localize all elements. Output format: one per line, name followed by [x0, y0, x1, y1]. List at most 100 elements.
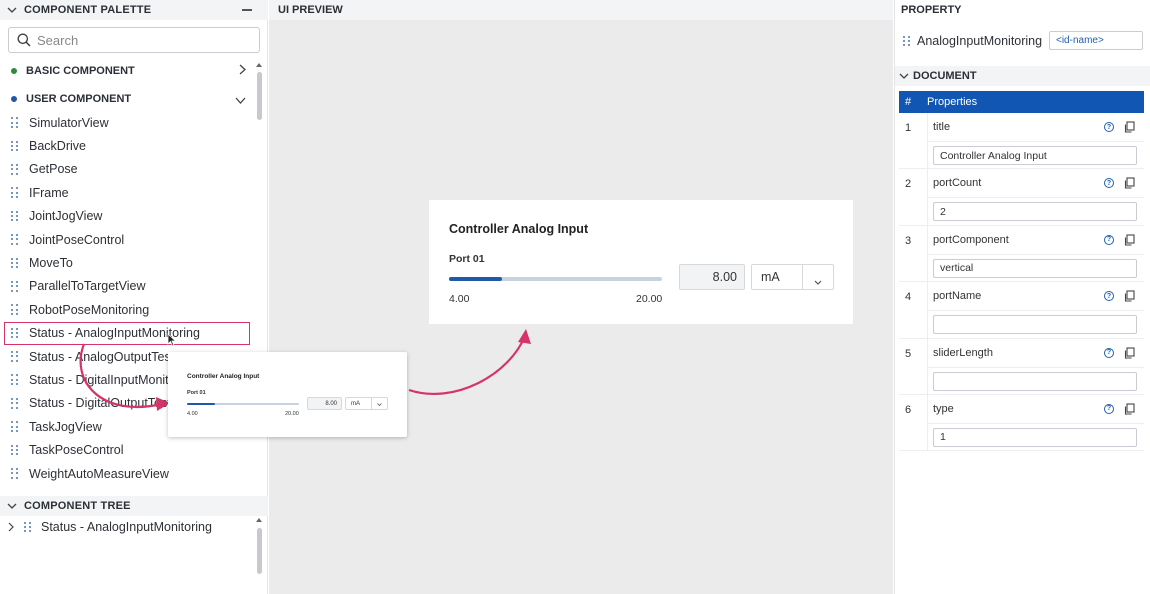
copy-icon[interactable]	[1124, 233, 1135, 251]
scroll-thumb[interactable]	[257, 72, 262, 120]
drag-handle-icon[interactable]	[11, 280, 19, 292]
drag-slider-fill	[187, 403, 215, 405]
value-display: 8.00	[679, 264, 745, 290]
property-row: 2 portCount? 2	[899, 169, 1144, 226]
drag-min-label: 4.00	[187, 411, 198, 417]
list-item[interactable]: ParallelToTargetView	[0, 275, 254, 298]
chevron-right-icon[interactable]	[239, 64, 246, 78]
user-status-dot	[11, 96, 17, 102]
chevron-down-icon[interactable]	[0, 503, 24, 509]
search-box[interactable]	[8, 27, 260, 53]
drag-handle-icon[interactable]	[11, 397, 19, 409]
help-icon[interactable]: ?	[1104, 347, 1114, 358]
drag-handle-icon[interactable]	[903, 35, 911, 47]
list-item[interactable]: JointPoseControl	[0, 228, 254, 251]
chevron-down-icon[interactable]	[895, 73, 913, 79]
property-value-input[interactable]: 1	[933, 427, 1137, 447]
list-item[interactable]: RobotPoseMonitoring	[0, 298, 254, 321]
property-title: PROPERTY	[901, 4, 962, 16]
copy-icon[interactable]	[1124, 289, 1135, 307]
list-item[interactable]: WeightAutoMeasureView	[0, 462, 254, 485]
property-value-input[interactable]: Controller Analog Input	[933, 146, 1137, 165]
analog-input-card[interactable]: Controller Analog Input Port 01 4.00 20.…	[429, 200, 853, 324]
scroll-up-arrow-icon[interactable]	[256, 518, 262, 522]
drag-handle-icon[interactable]	[11, 468, 19, 479]
tree-scrollbar[interactable]	[256, 518, 263, 578]
drag-handle-icon[interactable]	[11, 257, 19, 269]
chevron-right-icon[interactable]	[8, 522, 18, 532]
help-icon[interactable]: ?	[1104, 291, 1114, 302]
drag-handle-icon[interactable]	[11, 117, 19, 128]
property-value-input[interactable]	[933, 371, 1137, 391]
copy-icon[interactable]	[1124, 120, 1135, 138]
chevron-down-icon[interactable]	[0, 7, 24, 13]
chevron-down-icon[interactable]	[814, 274, 822, 288]
property-value-input[interactable]: 2	[933, 202, 1137, 222]
value-slider[interactable]	[449, 277, 662, 281]
category-user-component[interactable]: USER COMPONENT	[0, 88, 254, 110]
component-tree-header[interactable]: COMPONENT TREE	[0, 496, 268, 516]
palette-header[interactable]: COMPONENT PALETTE	[0, 0, 268, 20]
drag-handle-icon[interactable]	[11, 304, 19, 315]
header-properties: Properties	[927, 96, 978, 108]
drag-handle-icon[interactable]	[24, 521, 32, 533]
item-label: JointPoseControl	[29, 232, 125, 247]
property-row: 3 portComponent? vertical	[899, 225, 1144, 283]
property-row: 6 type? 1	[899, 394, 1144, 452]
row-number: 6	[905, 403, 912, 416]
drag-handle-icon[interactable]	[11, 187, 19, 199]
scroll-up-arrow-icon[interactable]	[256, 63, 262, 67]
list-item[interactable]: JointJogView	[0, 205, 254, 228]
property-value-input[interactable]	[933, 315, 1137, 335]
help-icon[interactable]: ?	[1104, 122, 1114, 132]
drag-handle-icon[interactable]	[11, 421, 19, 432]
drag-handle-icon[interactable]	[11, 234, 19, 245]
drag-handle-icon[interactable]	[11, 374, 19, 386]
help-icon[interactable]: ?	[1104, 234, 1114, 245]
chevron-down-icon[interactable]	[235, 95, 246, 107]
drag-preview-card: Controller Analog Input Port 01 4.00 20.…	[168, 352, 407, 437]
copy-icon[interactable]	[1124, 402, 1135, 420]
search-input[interactable]	[37, 32, 247, 48]
drag-handle-icon[interactable]	[11, 163, 19, 175]
unit-select[interactable]: mA	[751, 264, 834, 290]
component-name-label: AnalogInputMonitoring	[917, 34, 1043, 48]
help-icon[interactable]: ?	[1104, 178, 1114, 189]
property-value-input[interactable]: vertical	[933, 258, 1137, 278]
tree-node[interactable]: Status - AnalogInputMonitoring	[0, 517, 254, 537]
copy-icon[interactable]	[1124, 346, 1135, 364]
drag-handle-icon[interactable]	[11, 210, 19, 222]
property-row: 1 title? Controller Analog Input	[899, 113, 1144, 170]
item-label: WeightAutoMeasureView	[29, 466, 169, 481]
drag-unit-select: mA	[345, 397, 388, 410]
list-item[interactable]: IFrame	[0, 181, 254, 204]
list-item[interactable]: GetPose	[0, 158, 254, 181]
id-name-input[interactable]: <id-name>	[1049, 31, 1143, 50]
ui-preview-panel[interactable]: UI PREVIEW Controller Analog Input Port …	[269, 0, 893, 594]
scroll-thumb[interactable]	[257, 528, 262, 574]
list-item[interactable]: BackDrive	[0, 134, 254, 157]
chevron-down-icon	[377, 402, 382, 408]
drag-handle-icon[interactable]	[11, 327, 19, 339]
property-row: 4 portName?	[899, 282, 1144, 339]
minimize-icon[interactable]	[242, 9, 252, 11]
category-label: BASIC COMPONENT	[26, 65, 135, 77]
drag-handle-icon[interactable]	[11, 444, 19, 456]
help-icon[interactable]: ?	[1104, 403, 1114, 414]
list-item[interactable]: MoveTo	[0, 251, 254, 274]
slider-max-label: 20.00	[636, 293, 663, 305]
properties-table: # Properties 1 title? Controller Analog In…	[899, 91, 1144, 452]
item-label: BackDrive	[29, 139, 86, 154]
palette-title: COMPONENT PALETTE	[24, 4, 152, 16]
list-item[interactable]: TaskPoseControl	[0, 438, 254, 461]
document-header[interactable]: DOCUMENT	[895, 66, 1150, 86]
selected-component: AnalogInputMonitoring	[901, 31, 1042, 51]
category-basic-component[interactable]: BASIC COMPONENT	[0, 60, 254, 82]
copy-icon[interactable]	[1124, 176, 1135, 194]
drag-value-display: 8.00	[307, 397, 342, 410]
drag-arrow	[79, 343, 170, 411]
drag-handle-icon[interactable]	[11, 140, 19, 152]
list-item[interactable]: SimulatorView	[0, 111, 254, 134]
property-panel: PROPERTY AnalogInputMonitoring <id-name>…	[894, 0, 1150, 594]
drag-handle-icon[interactable]	[11, 351, 19, 362]
